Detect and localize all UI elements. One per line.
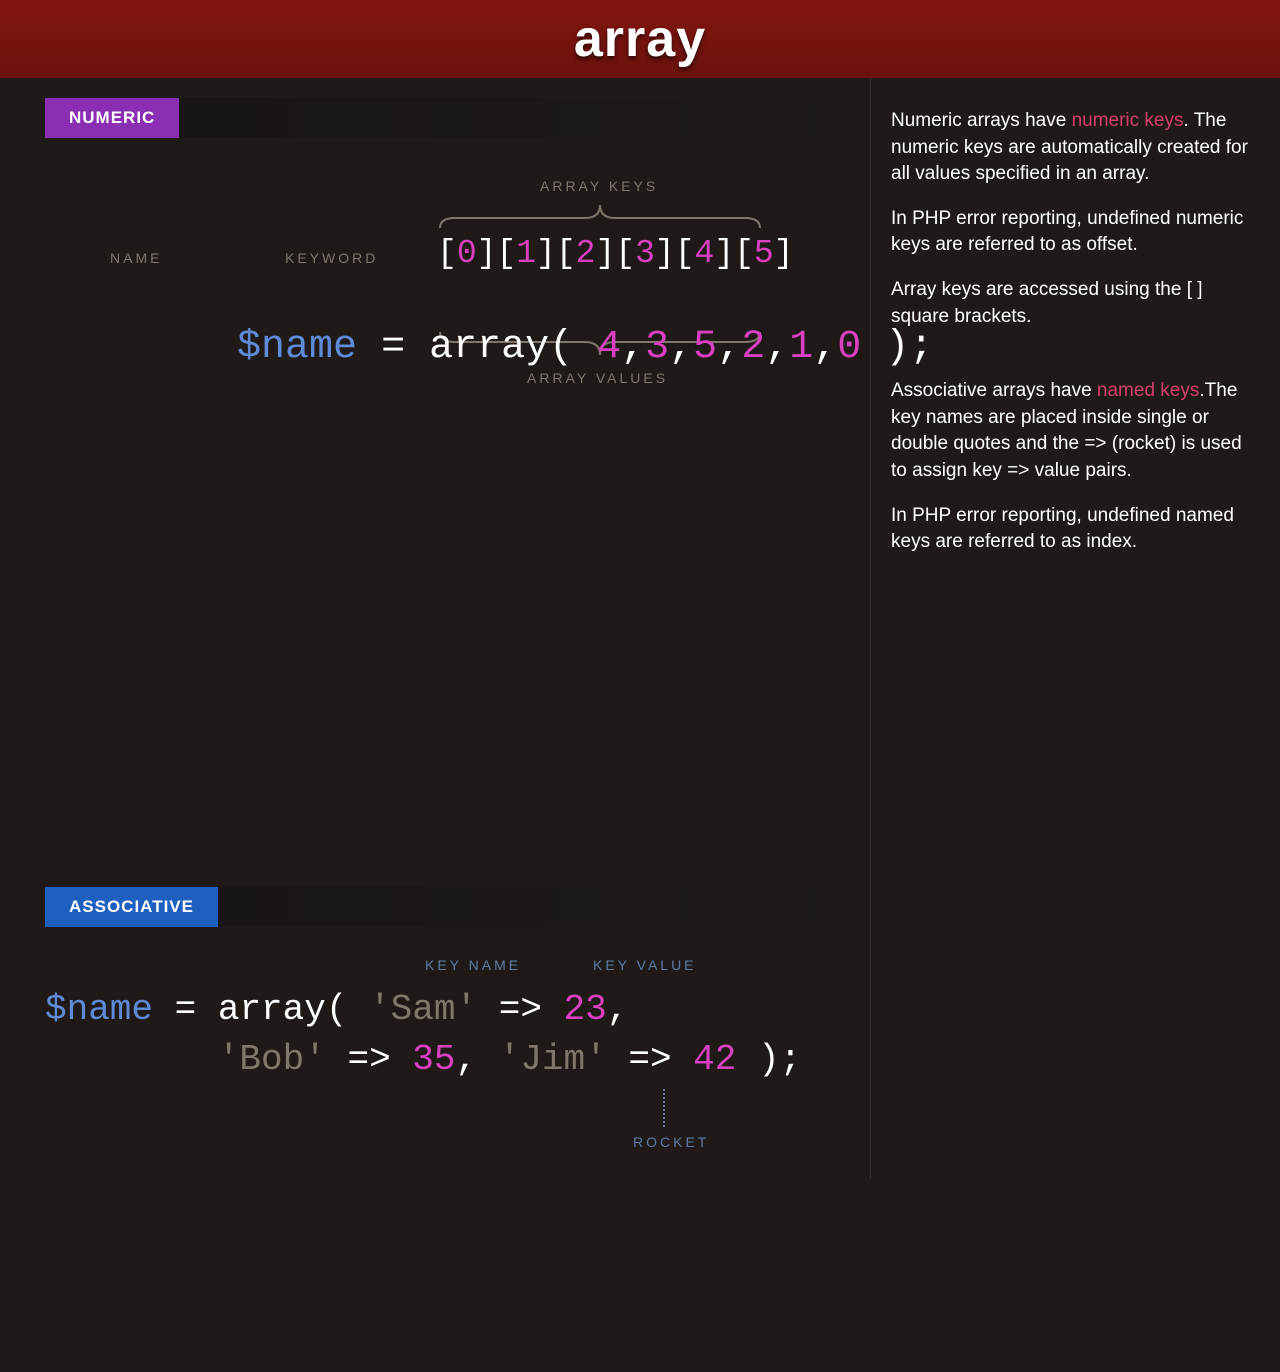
page-title: array — [574, 9, 706, 69]
label-array-keys: ARRAY KEYS — [540, 178, 658, 194]
sidebar-p1: Numeric arrays have numeric keys. The nu… — [891, 108, 1250, 188]
sidebar-p4-highlight: named keys — [1097, 380, 1199, 401]
code-var: $name — [237, 325, 357, 370]
sidebar-p2: In PHP error reporting, undefined numeri… — [891, 206, 1250, 259]
assoc-line-1: $name = array( 'Sam' => 23, — [45, 989, 628, 1030]
sidebar-p1a: Numeric arrays have — [891, 110, 1072, 131]
numeric-code-area: NAME KEYWORD ARRAY KEYS ARRAY VALUES [0]… — [45, 150, 870, 887]
code-fn: array( — [429, 325, 597, 370]
sidebar-p4: Associative arrays have named keys.The k… — [891, 378, 1250, 484]
sidebar-separator — [891, 348, 1250, 378]
sidebar-p1-highlight: numeric keys — [1072, 110, 1184, 131]
label-keyword: KEYWORD — [285, 250, 378, 266]
code-op: = — [357, 325, 429, 370]
content: NUMERIC NAME KEYWORD ARRAY KEYS ARRAY VA… — [0, 78, 1280, 1179]
title-bar: array — [0, 0, 1280, 78]
assoc-header-row: ASSOCIATIVE — [45, 887, 870, 927]
numeric-header-row: NUMERIC — [45, 98, 870, 138]
main-column: NUMERIC NAME KEYWORD ARRAY KEYS ARRAY VA… — [0, 78, 870, 1179]
assoc-tag: ASSOCIATIVE — [45, 887, 218, 927]
numeric-code-line: $name = array( 4,3,5,2,1,0 ); — [45, 280, 933, 415]
label-key-value: KEY VALUE — [593, 957, 697, 973]
top-brace-icon — [435, 200, 765, 230]
rocket-dotline — [663, 1089, 665, 1127]
assoc-line-2: 'Bob' => 35, 'Jim' => 42 ); — [45, 1039, 801, 1080]
sidebar-p5: In PHP error reporting, undefined named … — [891, 503, 1250, 556]
label-name: NAME — [110, 250, 162, 266]
label-key-name: KEY NAME — [425, 957, 521, 973]
sidebar: Numeric arrays have numeric keys. The nu… — [870, 78, 1280, 1179]
code-close: ); — [861, 325, 933, 370]
sidebar-p3: Array keys are accessed using the [ ] sq… — [891, 277, 1250, 330]
numeric-values: 4,3,5,2,1,0 — [597, 325, 861, 370]
assoc-code-area: KEY NAME KEY VALUE ROCKET $name = array(… — [45, 939, 870, 1179]
numeric-tag: NUMERIC — [45, 98, 179, 138]
label-rocket: ROCKET — [633, 1134, 709, 1150]
numeric-keys-line: [0][1][2][3][4][5] — [437, 235, 794, 272]
